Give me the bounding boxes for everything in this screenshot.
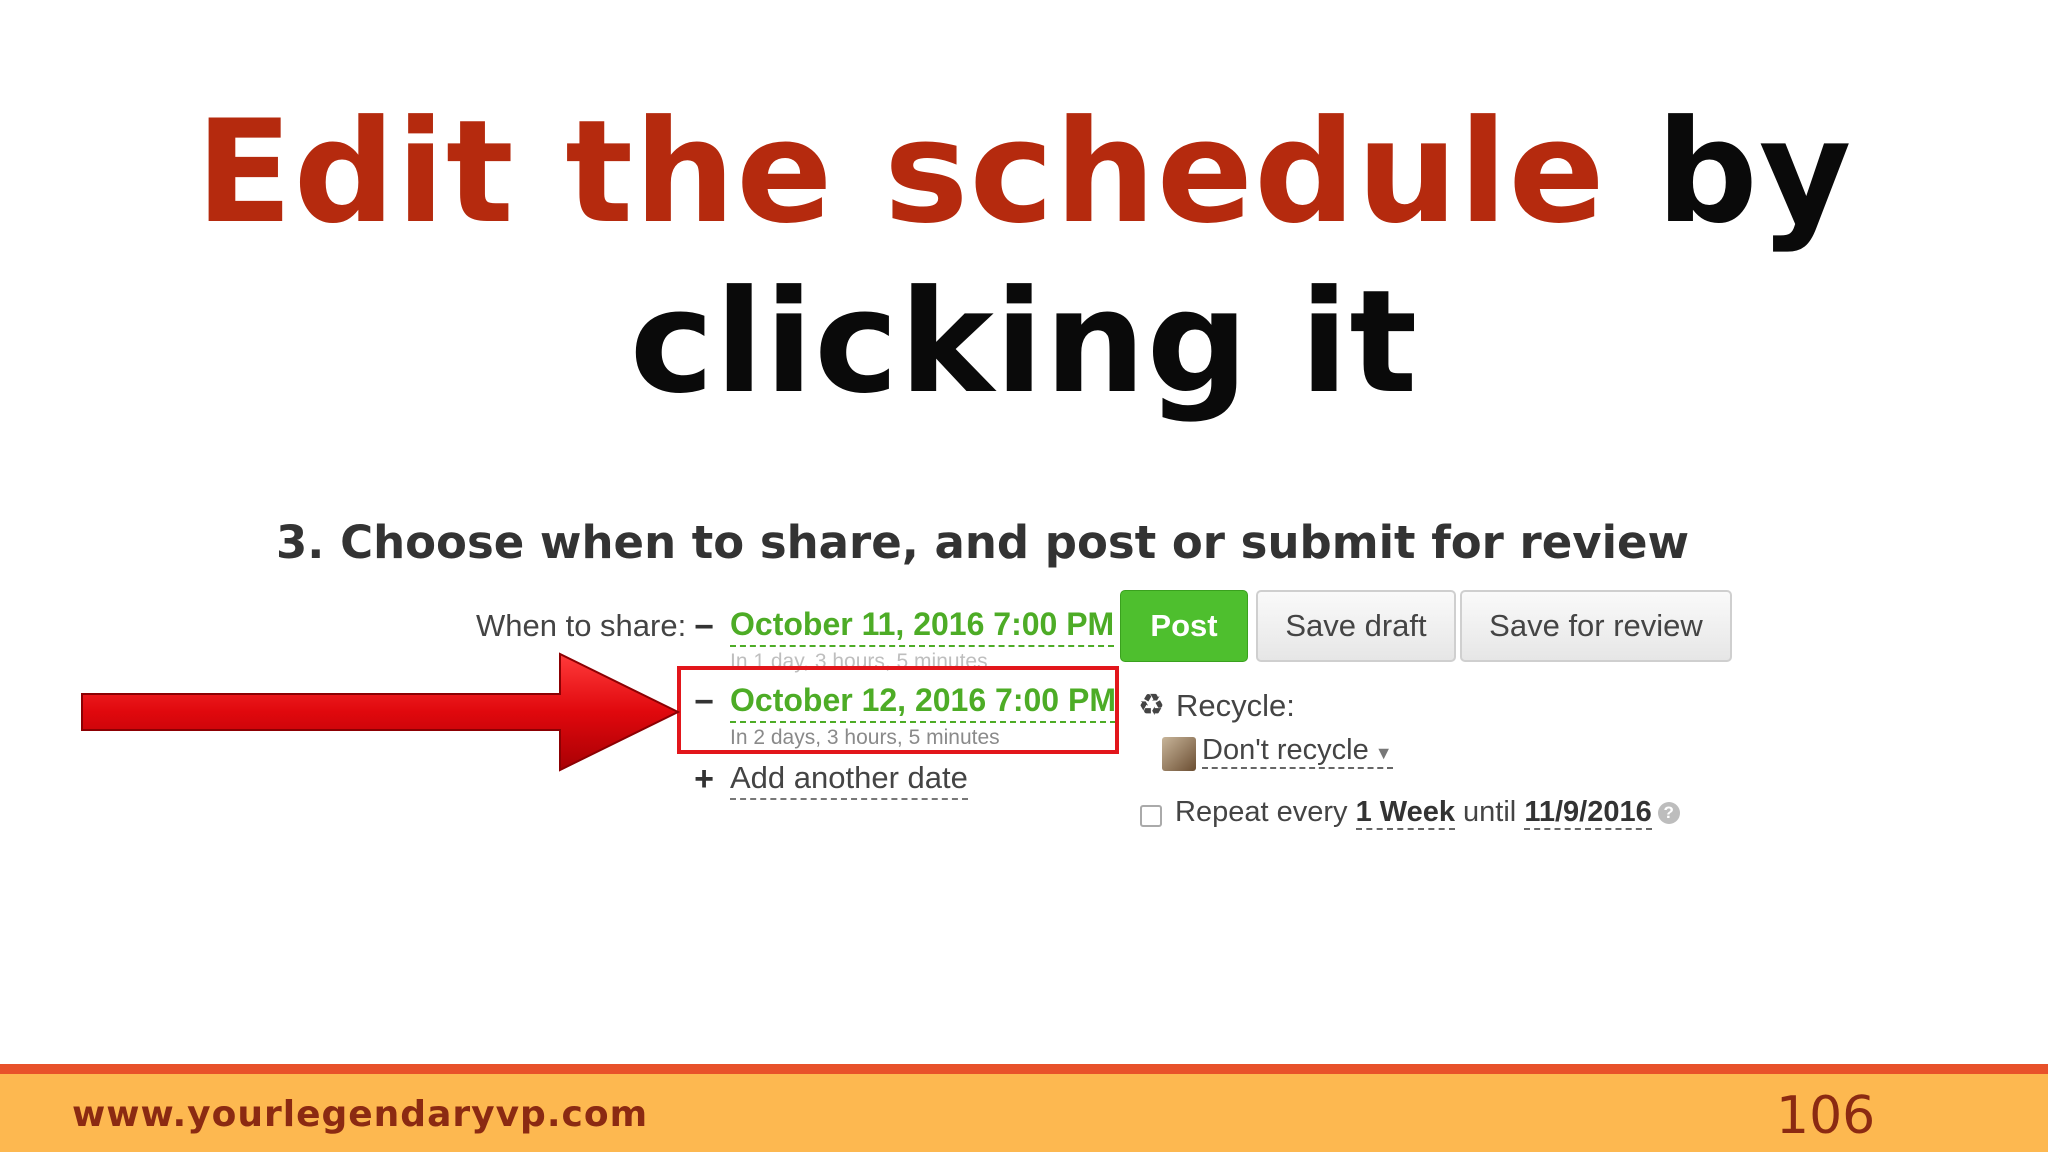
repeat-prefix: Repeat every — [1175, 796, 1348, 828]
arrow-icon — [81, 652, 680, 772]
repeat-until-date-link[interactable]: 11/9/2016 — [1524, 796, 1652, 830]
recycle-dropdown[interactable]: Don't recycle ▼ — [1202, 734, 1393, 769]
plus-icon[interactable]: + — [692, 762, 716, 796]
caret-down-icon: ▼ — [1374, 743, 1393, 763]
repeat-checkbox[interactable] — [1140, 805, 1162, 827]
repeat-until-label: until — [1463, 796, 1517, 828]
when-to-share-label: When to share: — [476, 608, 687, 643]
save-for-review-button[interactable]: Save for review — [1460, 590, 1732, 662]
save-draft-button[interactable]: Save draft — [1256, 590, 1456, 662]
footer-url: www.yourlegendaryvp.com — [72, 1094, 649, 1135]
recycle-dropdown-value: Don't recycle — [1202, 734, 1369, 766]
recycle-label: Recycle: — [1176, 688, 1295, 723]
slide-title: Edit the schedule by clicking it — [0, 88, 2048, 428]
slide-title-accent: Edit the schedule — [195, 90, 1606, 255]
date-link-1[interactable]: October 11, 2016 7:00 PM — [730, 606, 1115, 647]
repeat-row: Repeat every 1 Week until 11/9/2016? — [1175, 796, 1680, 830]
help-icon[interactable]: ? — [1657, 802, 1680, 825]
page-number: 106 — [1776, 1086, 1876, 1146]
minus-icon[interactable]: − — [692, 610, 716, 644]
add-another-date-link[interactable]: Add another date — [730, 760, 968, 800]
highlight-box — [677, 666, 1119, 754]
repeat-interval-link[interactable]: 1 Week — [1355, 796, 1455, 830]
footer-divider — [0, 1064, 2048, 1074]
recycle-icon: ♻ — [1138, 689, 1165, 722]
post-button[interactable]: Post — [1120, 590, 1248, 662]
avatar — [1162, 737, 1196, 771]
step-heading: 3. Choose when to share, and post or sub… — [276, 516, 1690, 569]
